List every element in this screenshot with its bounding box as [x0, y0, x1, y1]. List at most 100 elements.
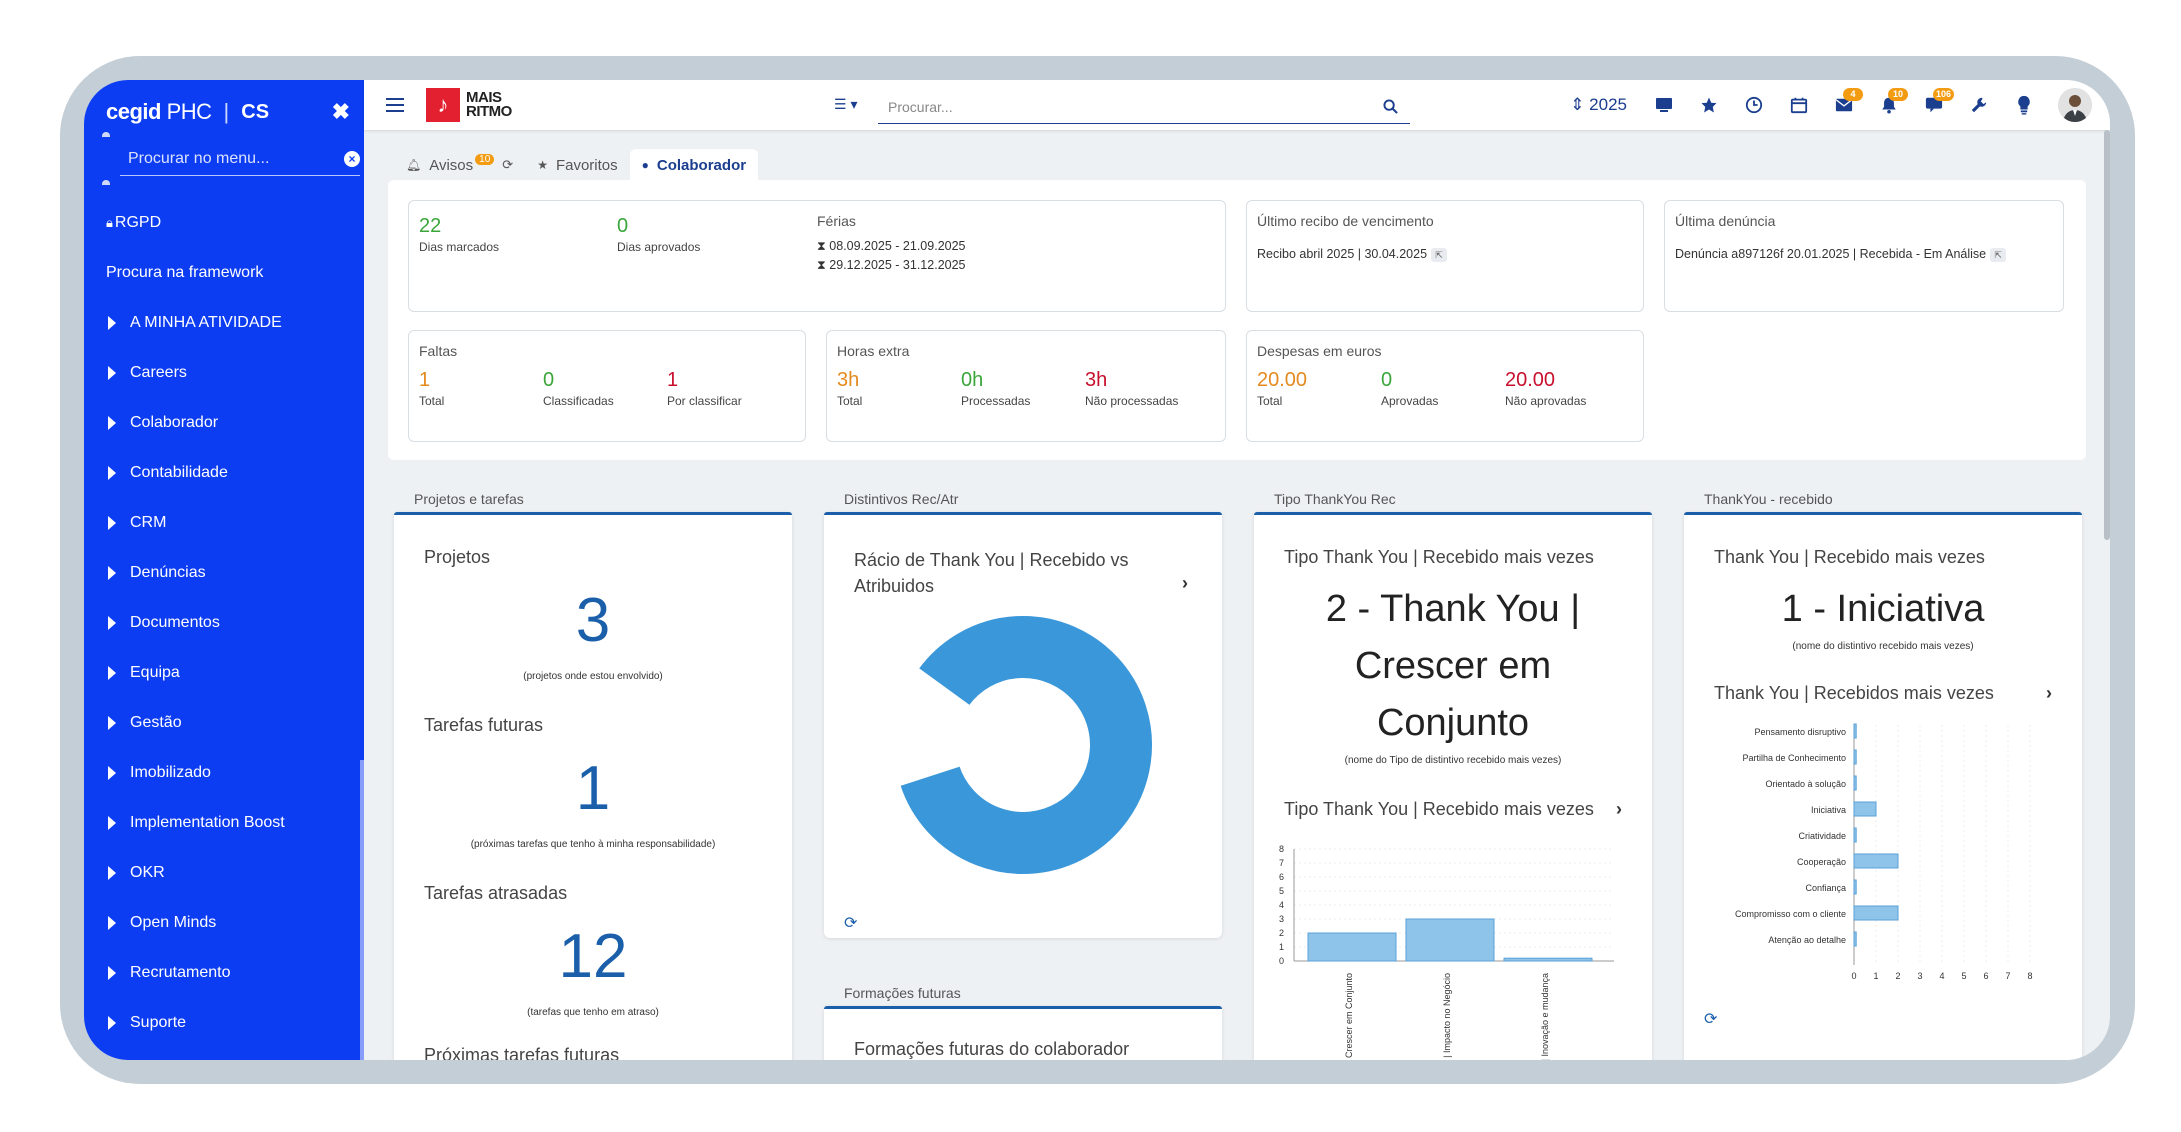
hourglass-icon: ⧗	[817, 239, 826, 253]
external-link-icon[interactable]: ⇱	[1431, 248, 1448, 262]
external-link-icon[interactable]: ⇱	[1990, 248, 2007, 262]
sidebar-item[interactable]: 🔒︎ RGPD	[84, 198, 360, 248]
search-icon[interactable]	[1383, 99, 1398, 114]
logo-separator: |	[223, 99, 230, 124]
sidebar-item[interactable]: Implementation Boost	[84, 798, 360, 848]
y-tick-label: Confiança	[1805, 883, 1846, 893]
chevron-right-icon[interactable]: ›	[1616, 799, 1622, 820]
y-tick-label: 7	[1279, 858, 1284, 868]
sidebar-item-label: Suporte	[130, 1014, 187, 1031]
sidebar-item[interactable]: Recrutamento	[84, 948, 360, 998]
mail-icon[interactable]: 4	[1833, 88, 1863, 116]
clear-search-icon[interactable]: ×	[344, 150, 360, 167]
sidebar-item[interactable]: Suporte	[84, 998, 360, 1048]
chat-badge: 106	[1933, 88, 1955, 101]
bar	[1853, 749, 1857, 765]
tab-colaborador[interactable]: ● Colaborador	[629, 149, 759, 181]
sidebar-item[interactable]: OKR	[84, 848, 360, 898]
clock-icon[interactable]	[1743, 94, 1765, 116]
y-tick-label: Pensamento disruptivo	[1754, 727, 1846, 737]
refresh-icon[interactable]: ⟳	[1704, 1009, 1717, 1029]
sidebar-item[interactable]: Denúncias	[84, 548, 360, 598]
y-tick-label: 2	[1279, 928, 1284, 938]
page-scrollbar[interactable]	[2104, 130, 2110, 540]
sidebar-item[interactable]: CRM	[84, 498, 360, 548]
horas-extra-card: Horas extra 3h Total 0h Processadas 3h Não …	[826, 330, 1226, 442]
caret-right-icon	[108, 366, 116, 380]
caret-right-icon	[108, 316, 116, 330]
sidebar-item[interactable]: Gestão	[84, 698, 360, 748]
caret-right-icon	[108, 516, 116, 530]
tab-avisos[interactable]: 🔔︎ Avisos 10 ⟳	[394, 149, 525, 181]
y-tick-label: Cooperação	[1797, 857, 1846, 867]
brand-logo[interactable]: ♪ MAIS RITMO	[426, 88, 512, 122]
sidebar-item-label: Colaborador	[130, 414, 219, 431]
y-tick-label: 4	[1279, 900, 1284, 910]
chevron-right-icon[interactable]: ›	[2046, 683, 2052, 704]
product-label: CS	[241, 100, 270, 123]
sidebar-menu: 🔒︎ RGPD Procura na framework A MINHA ATIVID…	[84, 198, 360, 1048]
sidebar-item[interactable]: Contabilidade	[84, 448, 360, 498]
lightbulb-icon[interactable]	[2013, 94, 2035, 116]
sidebar-item[interactable]: Imobilizado	[84, 748, 360, 798]
global-search	[878, 90, 1410, 124]
distintivos-widget: Rácio de Thank You | Recebido vs Atribuid…	[824, 512, 1222, 938]
sidebar-item-label: CRM	[130, 514, 167, 531]
x-tick-label: Thank You | Inovação e mudança	[1540, 973, 1550, 1060]
caret-right-icon	[108, 416, 116, 430]
sidebar-item[interactable]: Open Minds	[84, 898, 360, 948]
y-tick-label: 0	[1279, 956, 1284, 966]
calendar-icon[interactable]	[1788, 94, 1810, 116]
bar	[1405, 918, 1495, 962]
sidebar-item[interactable]: Colaborador	[84, 398, 360, 448]
bell-icon[interactable]: 10	[1878, 88, 1908, 116]
sidebar-item[interactable]: Documentos	[84, 598, 360, 648]
caret-right-icon	[108, 666, 116, 680]
bar	[1503, 957, 1593, 962]
denuncia-card: Última denúncia Denúncia a897126f 20.01.…	[1664, 200, 2064, 312]
sidebar-item[interactable]: Procura na framework	[84, 248, 360, 298]
recibo-link[interactable]: Recibo abril 2025 | 30.04.2025	[1257, 247, 1427, 261]
chat-icon[interactable]: 106	[1923, 88, 1955, 116]
sidebar-item[interactable]: Careers	[84, 348, 360, 398]
tipo-section-label: Tipo ThankYou Rec	[1274, 491, 1396, 507]
sidebar-item-label: Procura na framework	[106, 264, 264, 281]
screen-icon[interactable]	[1653, 94, 1675, 116]
recebido-most: 1 - Iniciativa	[1781, 588, 1985, 630]
refresh-icon[interactable]: ⟳	[844, 913, 857, 933]
tarefas-futuras-count[interactable]: 1	[394, 753, 792, 824]
sidebar: cegid PHC | CS ✖ × 🔒︎RGPD Procura na fram…	[84, 80, 364, 1060]
caret-right-icon	[108, 466, 116, 480]
year-selector[interactable]: ⇕ 2025	[1570, 95, 1627, 115]
x-tick-label: 4	[1939, 971, 1944, 981]
tipo-bar-chart: 0 1 2 3 4 5 6 7 8 Thank You | Crescer em Conjunto…	[1279, 844, 1614, 1060]
projetos-count[interactable]: 3	[394, 585, 792, 656]
main-tabs: 🔔︎ Avisos 10 ⟳ ★ Favoritos ● Colaborador	[394, 149, 759, 181]
hourglass-icon: ⧗	[817, 258, 826, 272]
menu-search-input[interactable]	[120, 149, 320, 168]
sidebar-scrollbar[interactable]	[360, 760, 364, 1060]
tab-favoritos[interactable]: ★ Favoritos	[525, 149, 629, 181]
mail-badge: 4	[1843, 88, 1863, 101]
tarefas-atrasadas-count[interactable]: 12	[394, 921, 792, 992]
close-icon[interactable]: ✖	[332, 99, 350, 125]
wrench-icon[interactable]	[1968, 94, 1990, 116]
x-tick-label: 2	[1895, 971, 1900, 981]
y-tick-label: 1	[1279, 942, 1284, 952]
x-tick-label: 3	[1917, 971, 1922, 981]
scroll-up-indicator	[102, 132, 110, 137]
user-avatar[interactable]	[2058, 88, 2092, 122]
star-icon[interactable]	[1698, 94, 1720, 116]
sidebar-item[interactable]: A MINHA ATIVIDADE	[84, 298, 360, 348]
bar	[1853, 931, 1857, 947]
list-menu-icon[interactable]: ☰ ▾	[834, 96, 857, 113]
refresh-icon[interactable]: ⟳	[502, 157, 513, 173]
y-tick-label: Criatividade	[1798, 831, 1846, 841]
global-search-input[interactable]	[878, 98, 1358, 115]
sidebar-item[interactable]: Equipa	[84, 648, 360, 698]
sidebar-item-label: Documentos	[130, 614, 220, 631]
app-screen: cegid PHC | CS ✖ × 🔒︎RGPD Procura na fram…	[84, 80, 2110, 1060]
hamburger-menu-icon[interactable]	[386, 98, 404, 112]
denuncia-link[interactable]: Denúncia a897126f 20.01.2025 | Recebida …	[1675, 247, 1986, 261]
chevron-right-icon[interactable]: ›	[1182, 573, 1188, 594]
